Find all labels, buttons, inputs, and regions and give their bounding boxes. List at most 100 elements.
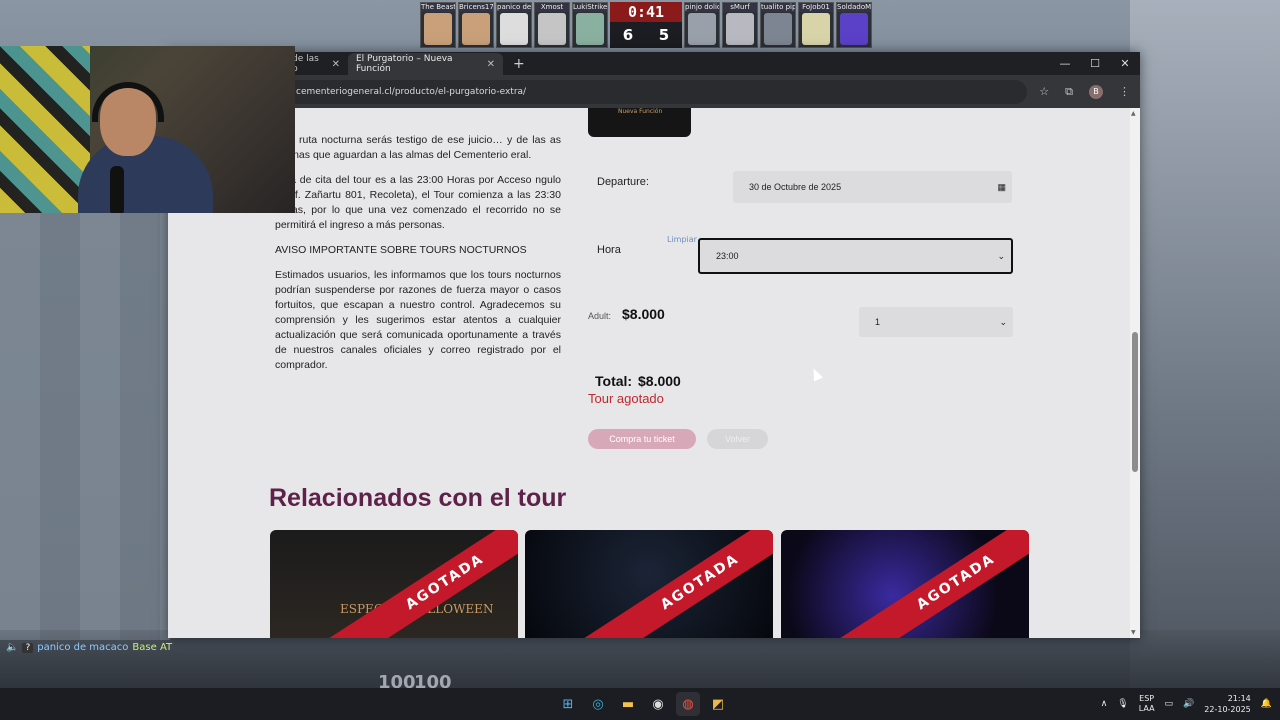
address-bar[interactable]: cementeriogeneral.cl/producto/el-purgato… (178, 79, 1028, 104)
profile-avatar[interactable]: B (1089, 84, 1103, 99)
player-name: Xmost (535, 3, 569, 12)
player-name: tualito pipo... (761, 3, 795, 12)
network-icon[interactable]: ▭ (1165, 699, 1174, 709)
player-card: LukiStrike! (572, 2, 608, 48)
desc-paragraph: esta ruta nocturna serás testigo de ese … (275, 134, 561, 161)
player-card: Xmost (534, 2, 570, 48)
desc-paragraph: hora de cita del tour es a las 23:00 Hor… (275, 174, 561, 231)
mouse-cursor (808, 366, 824, 382)
microphone-icon (110, 166, 124, 213)
soldout-message: Tour agotado (588, 391, 664, 406)
player-card: FoJob01 (798, 2, 834, 48)
player-card: The Beast (420, 2, 456, 48)
player-name: panico de... (497, 3, 531, 12)
clear-link[interactable]: Limpiar (667, 235, 697, 244)
edge-icon[interactable]: ◎ (586, 692, 610, 716)
desc-paragraph: Estimados usuarios, les informamos que l… (275, 269, 561, 371)
scroll-down-icon[interactable]: ▼ (1131, 629, 1136, 636)
desc-heading: AVISO IMPORTANTE SOBRE TOURS NOCTURNOS (275, 244, 527, 256)
game-scoreboard: The Beast Bricens17 panico de... Xmost L… (420, 2, 872, 48)
adult-label: Adult: (588, 311, 612, 321)
clock-date: 22-10-2025 (1204, 705, 1251, 714)
tray-chevron-icon[interactable]: ∧ (1101, 699, 1108, 709)
related-tour-card[interactable]: Especial Halloween AGOTADA (270, 530, 518, 638)
quantity-select[interactable]: 1 ⌄ (859, 307, 1013, 337)
total-label: Total: (595, 373, 633, 389)
buy-ticket-button[interactable]: Compra tu ticket (588, 429, 696, 449)
player-name: SoldadoMas... (837, 3, 871, 12)
menu-kebab-icon[interactable]: ⋮ (1119, 85, 1130, 98)
player-avatar (802, 13, 830, 45)
headset-icon (92, 82, 164, 122)
chevron-down-icon: ⌄ (997, 250, 1005, 261)
player-card: SoldadoMas... (836, 2, 872, 48)
close-icon[interactable]: ✕ (332, 59, 340, 70)
lang-bottom: LAA (1138, 704, 1155, 713)
player-avatar (462, 13, 490, 45)
clock-time: 21:14 (1227, 694, 1251, 703)
chrome-icon[interactable]: ◍ (676, 692, 700, 716)
hora-select[interactable]: 23:00 ⌄ (698, 238, 1013, 274)
player-name: Bricens17 (459, 3, 493, 12)
mic-tray-icon[interactable]: 🎙 (1117, 699, 1128, 709)
player-card: Bricens17 (458, 2, 494, 48)
game-icon[interactable]: ◩ (706, 692, 730, 716)
file-explorer-icon[interactable]: ▬ (616, 692, 640, 716)
volume-icon[interactable]: 🔊 (1183, 699, 1194, 709)
new-tab-icon[interactable]: + (503, 53, 535, 75)
page-scrollbar[interactable]: ▲ ▼ (1130, 108, 1140, 638)
player-avatar (688, 13, 716, 45)
wall-art (0, 46, 90, 213)
team-score-right: 5 (658, 26, 670, 44)
player-avatar (764, 13, 792, 45)
round-timer: 0:41 6 5 (610, 2, 682, 48)
scrollbar-thumb[interactable] (1132, 332, 1138, 472)
tab-title: El Purgatorio – Nueva Función (356, 54, 453, 74)
thumbnail-caption: Nueva Función (618, 108, 663, 115)
back-button[interactable]: Volver (707, 429, 768, 449)
notification-icon[interactable]: 🔔 (1261, 699, 1272, 709)
player-avatar (576, 13, 604, 45)
hora-select-value: 23:00 (716, 251, 739, 261)
related-tour-card[interactable]: AGOTADA (525, 530, 773, 638)
departure-date-field[interactable]: 30 de Octubre de 2025 ▦ (733, 171, 1012, 203)
game-wall-left (0, 210, 170, 640)
player-name: FoJob01 (799, 3, 833, 12)
minimize-icon[interactable]: — (1050, 52, 1080, 75)
system-clock[interactable]: 21:14 22-10-2025 (1204, 693, 1251, 715)
browser-window: de las p ✕ El Purgatorio – Nueva Función… (168, 52, 1140, 638)
extensions-icon[interactable]: ⧉ (1065, 85, 1073, 99)
related-tour-card[interactable]: AGOTADA (781, 530, 1029, 638)
player-name: LukiStrike! (573, 3, 607, 12)
calendar-icon[interactable]: ▦ (997, 182, 1006, 193)
tab-current[interactable]: El Purgatorio – Nueva Función ✕ (348, 53, 503, 75)
page-viewport: ece. esta ruta nocturna serás testigo de… (168, 108, 1130, 638)
close-window-icon[interactable]: ✕ (1110, 52, 1140, 75)
soldout-ribbon: AGOTADA (825, 530, 1029, 638)
language-indicator[interactable]: ESP LAA (1139, 694, 1155, 714)
close-icon[interactable]: ✕ (487, 59, 495, 70)
player-card: panico de... (496, 2, 532, 48)
player-card: sMurf (722, 2, 758, 48)
lang-top: ESP (1139, 694, 1155, 703)
soldout-ribbon: AGOTADA (314, 530, 518, 638)
bookmark-star-icon[interactable]: ☆ (1039, 85, 1049, 98)
departure-label: Departure: (597, 176, 649, 188)
tab-strip: de las p ✕ El Purgatorio – Nueva Función… (168, 52, 1140, 75)
player-avatar (424, 13, 452, 45)
player-card: pinjo dolio (684, 2, 720, 48)
game-floor (0, 630, 1280, 688)
player-card: tualito pipo... (760, 2, 796, 48)
game-wall-right (1130, 0, 1280, 690)
obs-icon[interactable]: ◉ (646, 692, 670, 716)
windows-start-icon[interactable]: ⊞ (556, 692, 580, 716)
tour-description: ece. esta ruta nocturna serás testigo de… (275, 108, 561, 383)
chat-location: Base AT (132, 642, 173, 653)
maximize-icon[interactable]: ☐ (1080, 52, 1110, 75)
related-tours-title: Relacionados con el tour (269, 484, 567, 512)
team-score-left: 6 (622, 26, 634, 44)
player-name: The Beast (421, 3, 455, 12)
scroll-up-icon[interactable]: ▲ (1131, 110, 1136, 117)
hora-label: Hora (597, 244, 621, 256)
chevron-down-icon: ⌄ (999, 316, 1007, 327)
